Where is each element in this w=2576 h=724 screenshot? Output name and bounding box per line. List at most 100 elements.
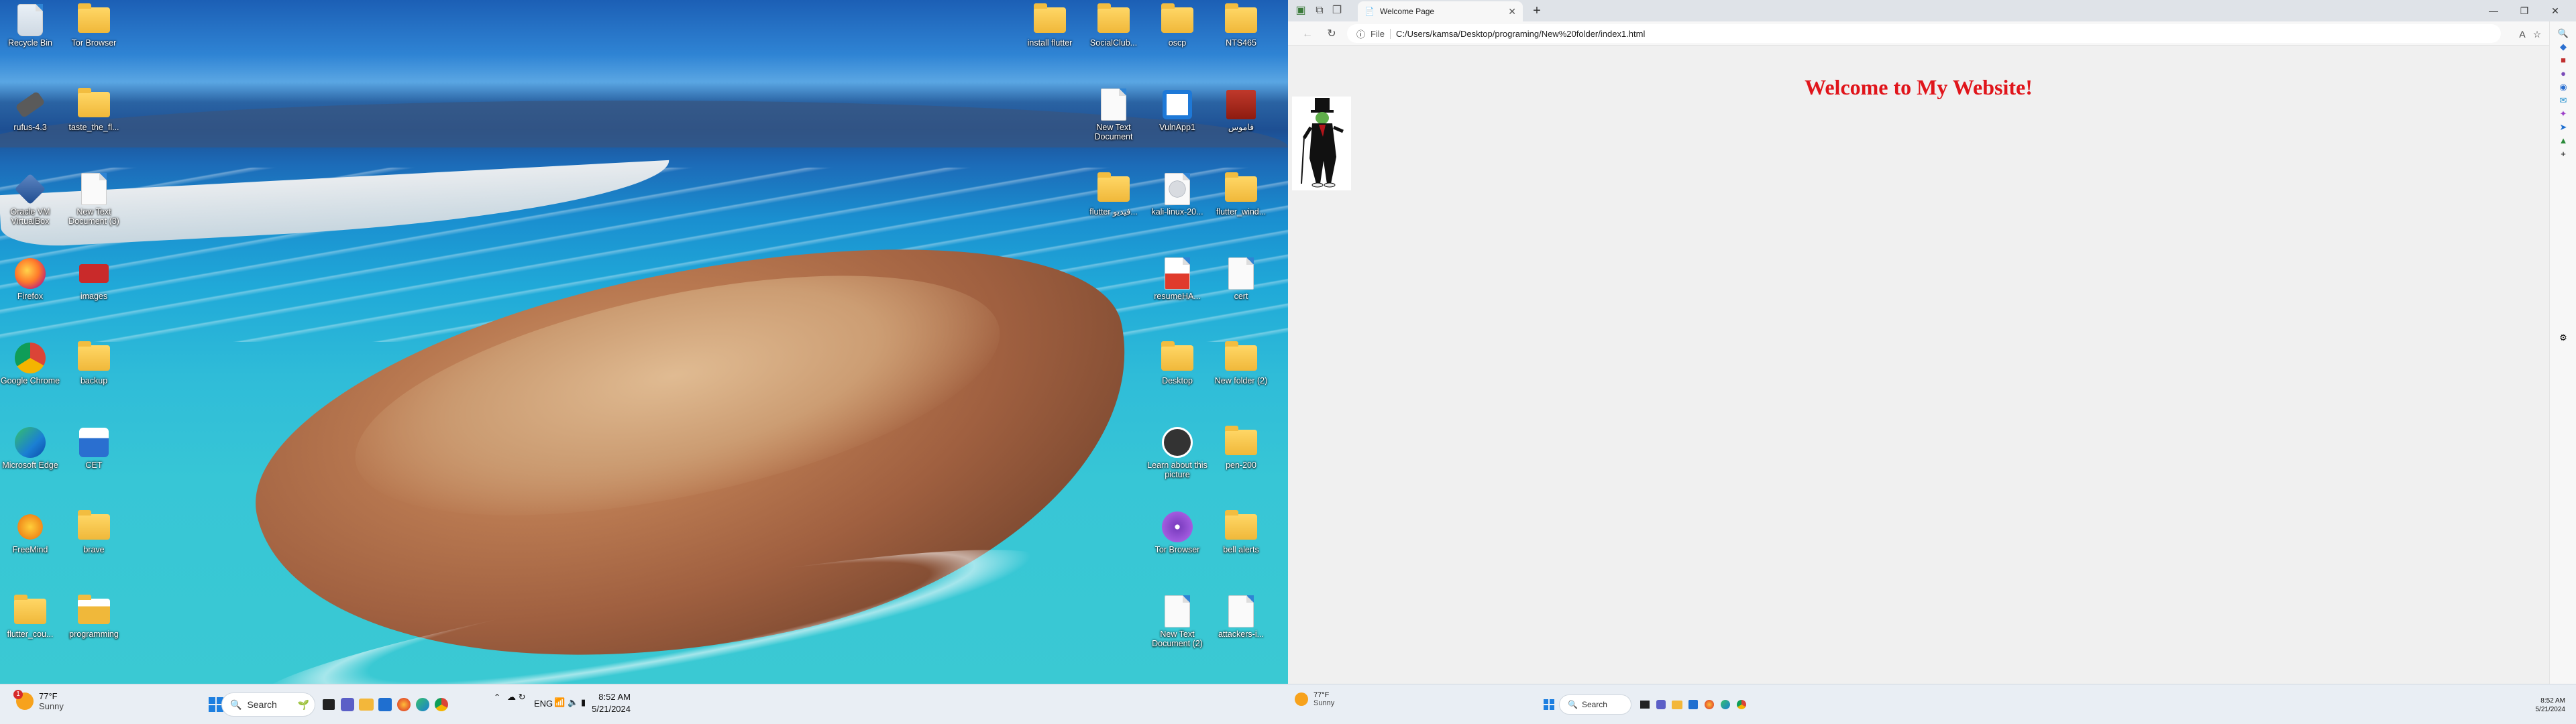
sidebar-settings-icon[interactable]: ⚙ bbox=[2557, 331, 2570, 345]
desktop-icon-left-15[interactable]: programming bbox=[64, 595, 124, 639]
desktop-icon-right-19[interactable]: attackers-i... bbox=[1211, 595, 1271, 639]
workspaces-icon[interactable]: ⧉ bbox=[1312, 3, 1327, 18]
volume-icon[interactable]: 🔈 bbox=[568, 697, 578, 709]
weather-temp: 77°F bbox=[1313, 691, 1330, 699]
battery-icon[interactable]: ▮ bbox=[581, 697, 586, 709]
tray-icons[interactable]: ☁ ↻ bbox=[507, 691, 526, 703]
desktop-icon-left-12[interactable]: FreeMind bbox=[0, 511, 60, 554]
clock[interactable]: 8:52 AM 5/21/2024 bbox=[590, 691, 631, 715]
file-explorer-button-secondary[interactable] bbox=[1669, 697, 1685, 713]
desktop-icon-right-13[interactable]: New folder (2) bbox=[1211, 341, 1271, 385]
desktop-icon-left-4[interactable]: Oracle VM VirtualBox bbox=[0, 173, 60, 226]
desktop-icon-left-11[interactable]: CET bbox=[64, 426, 124, 470]
desktop-icon-left-10[interactable]: Microsoft Edge bbox=[0, 426, 60, 470]
minimize-button[interactable]: — bbox=[2478, 0, 2509, 21]
desktop-icon-right-8[interactable]: kali-linux-20... bbox=[1147, 173, 1208, 217]
edge-icon bbox=[416, 698, 429, 711]
desktop-icon-right-11[interactable]: cert bbox=[1211, 257, 1271, 301]
taskbar-search-secondary[interactable]: 🔍 Search bbox=[1559, 695, 1631, 715]
desktop-icon-right-3[interactable]: NTS465 bbox=[1211, 3, 1271, 48]
info-icon[interactable]: ⓘ bbox=[1356, 27, 1365, 40]
search-placeholder: Search bbox=[1581, 700, 1607, 709]
sidebar-search-icon[interactable]: 🔍 bbox=[2557, 27, 2570, 40]
clock-secondary[interactable]: 8:52 AM 5/21/2024 bbox=[2529, 697, 2566, 714]
sidebar-add-icon[interactable]: + bbox=[2557, 147, 2570, 161]
desktop-icon-left-2[interactable]: rufus-4.3 bbox=[0, 88, 60, 132]
app-window-icon bbox=[1161, 88, 1193, 121]
network-icon[interactable]: 📶 bbox=[554, 697, 565, 709]
desktop-icon-left-5[interactable]: New Text Document (3) bbox=[64, 173, 124, 226]
folder-icon bbox=[1225, 172, 1257, 205]
sidebar-office-icon[interactable]: ◉ bbox=[2557, 80, 2570, 94]
desktop-icon-right-2[interactable]: oscp bbox=[1147, 3, 1208, 48]
desktop-icon-label: install flutter bbox=[1027, 38, 1073, 48]
refresh-button[interactable]: ↻ bbox=[1324, 27, 1339, 42]
document-icon bbox=[1097, 88, 1130, 121]
new-tab-button[interactable]: + bbox=[1529, 4, 1544, 19]
desktop-icon-left-9[interactable]: backup bbox=[64, 341, 124, 385]
language-indicator[interactable]: ENG bbox=[534, 698, 553, 710]
desktop-icon-right-12[interactable]: Desktop bbox=[1147, 341, 1208, 385]
tab-welcome-page[interactable]: 📄 Welcome Page ✕ bbox=[1358, 1, 1523, 21]
edge-button-secondary[interactable] bbox=[1717, 697, 1733, 713]
desktop-icon-left-7[interactable]: images bbox=[64, 257, 124, 301]
desktop-icon-left-13[interactable]: brave bbox=[64, 510, 124, 554]
virtualbox-icon bbox=[14, 173, 46, 205]
folder-icon bbox=[78, 3, 110, 36]
desktop-icon-left-6[interactable]: Firefox bbox=[0, 257, 60, 301]
sidebar-games-icon[interactable]: ● bbox=[2557, 67, 2570, 80]
weather-widget[interactable]: 1 77°F Sunny bbox=[13, 690, 64, 711]
character-image bbox=[1292, 97, 1351, 190]
read-aloud-icon[interactable]: A bbox=[2516, 27, 2529, 41]
sidebar-designer-icon[interactable]: ✦ bbox=[2557, 107, 2570, 121]
sidebar-send-icon[interactable]: ➤ bbox=[2557, 121, 2570, 134]
address-bar[interactable]: ⓘ File C:/Users/kamsa/Desktop/programing… bbox=[1347, 24, 2501, 43]
page-favicon-icon: 📄 bbox=[1364, 7, 1375, 16]
edge-profile-icon[interactable]: ▣ bbox=[1293, 3, 1308, 18]
close-window-button[interactable]: ✕ bbox=[2540, 0, 2571, 21]
url-text[interactable]: C:/Users/kamsa/Desktop/programing/New%20… bbox=[1396, 29, 1645, 39]
desktop-icon-label: brave bbox=[83, 545, 105, 554]
desktop-icon-right-6[interactable]: قاموس bbox=[1211, 88, 1271, 132]
tab-actions-icon[interactable]: ❐ bbox=[1330, 3, 1344, 18]
sidebar-tree-icon[interactable]: ▲ bbox=[2557, 134, 2570, 147]
desktop-icon-right-0[interactable]: install flutter bbox=[1020, 3, 1080, 48]
desktop-icon-right-9[interactable]: flutter_wind... bbox=[1211, 172, 1271, 217]
desktop-icon-right-5[interactable]: VulnApp1 bbox=[1147, 88, 1208, 132]
teams-button-secondary[interactable] bbox=[1653, 697, 1669, 713]
desktop-icon-left-1[interactable]: Tor Browser bbox=[64, 3, 124, 48]
desktop-icon-right-10[interactable]: resumeHA... bbox=[1147, 257, 1208, 301]
desktop-icon-right-17[interactable]: bell alerts bbox=[1211, 510, 1271, 554]
desktop-icon-right-15[interactable]: pen-200 bbox=[1211, 426, 1271, 470]
desktop-icon-left-3[interactable]: taste_the_fl... bbox=[64, 88, 124, 132]
sidebar-shopping-icon[interactable]: ◆ bbox=[2557, 40, 2570, 54]
desktop-icon-right-14[interactable]: Learn about this picture bbox=[1147, 426, 1208, 479]
restore-button[interactable]: ❐ bbox=[2509, 0, 2540, 21]
desktop-icon-right-1[interactable]: SocialClub... bbox=[1083, 3, 1144, 48]
favorite-star-icon[interactable]: ☆ bbox=[2530, 27, 2544, 41]
back-button[interactable]: ← bbox=[1300, 27, 1315, 42]
firefox-button-secondary[interactable] bbox=[1701, 697, 1717, 713]
desktop-icon-label: Tor Browser bbox=[71, 38, 117, 48]
desktop-icon-left-14[interactable]: flutter_cou... bbox=[0, 595, 60, 639]
sidebar-tools-icon[interactable]: ■ bbox=[2557, 54, 2570, 67]
start-button-secondary[interactable] bbox=[1539, 692, 1559, 717]
desktop-icon-label: flutter_wind... bbox=[1216, 207, 1267, 217]
camera-icon bbox=[1161, 426, 1193, 459]
desktop-icon-right-7[interactable]: flutter فيديو... bbox=[1083, 172, 1144, 217]
task-view-button-secondary[interactable] bbox=[1637, 697, 1653, 713]
desktop-icon-left-8[interactable]: Google Chrome bbox=[0, 342, 60, 385]
close-tab-icon[interactable]: ✕ bbox=[1508, 6, 1516, 17]
sidebar-outlook-icon[interactable]: ✉ bbox=[2557, 94, 2570, 107]
chrome-button[interactable] bbox=[429, 692, 453, 717]
desktop-icon-left-0[interactable]: Recycle Bin bbox=[0, 4, 60, 48]
taskbar-search[interactable]: 🔍 Search 🌱 bbox=[221, 692, 315, 717]
desktop-icon-right-16[interactable]: Tor Browser bbox=[1147, 511, 1208, 554]
desktop-icon-right-18[interactable]: New Text Document (2) bbox=[1147, 595, 1208, 648]
tray-overflow-chevron[interactable]: ⌃ bbox=[494, 691, 500, 703]
weather-widget-secondary[interactable]: 77°F Sunny bbox=[1295, 691, 1334, 707]
desktop-icon-label: Learn about this picture bbox=[1147, 461, 1208, 479]
chrome-button-secondary[interactable] bbox=[1733, 697, 1750, 713]
desktop-icon-right-4[interactable]: New Text Document bbox=[1083, 88, 1144, 141]
store-button-secondary[interactable] bbox=[1685, 697, 1701, 713]
